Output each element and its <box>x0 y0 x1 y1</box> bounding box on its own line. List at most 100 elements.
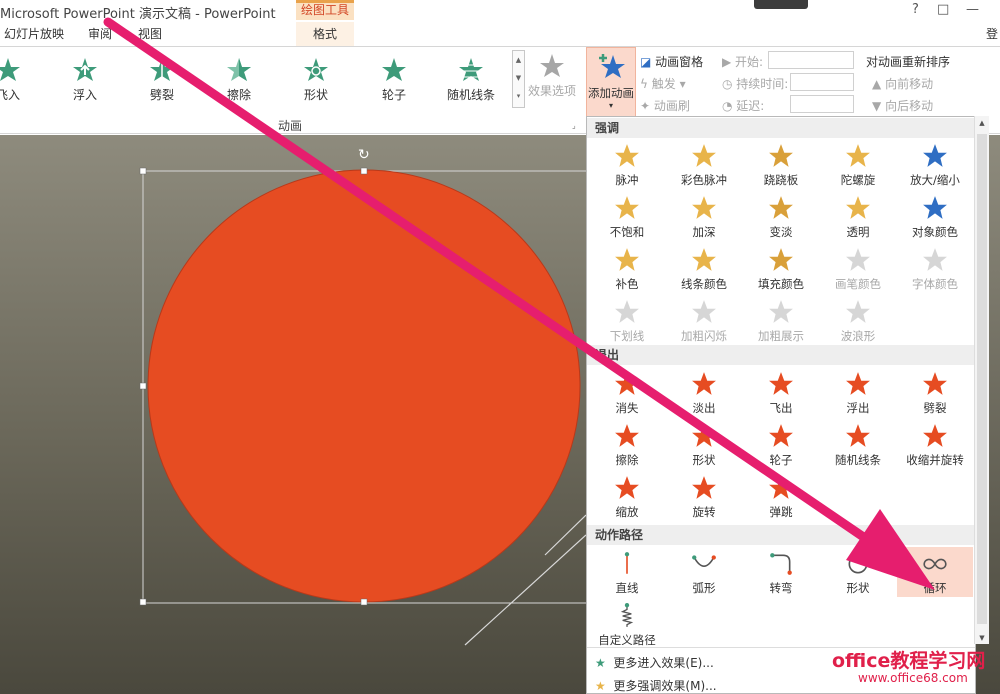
emphasis-effect-item[interactable]: 线条颜色 <box>666 243 742 293</box>
exit-effect-item[interactable]: 形状 <box>666 419 742 469</box>
gallery-split[interactable]: 劈裂 <box>134 57 190 103</box>
trigger-button[interactable]: ϟ 触发 ▾ <box>640 75 686 92</box>
emphasis-effect-icon <box>897 143 973 169</box>
exit-effect-icon <box>666 371 742 397</box>
scroll-up-icon[interactable]: ▲ <box>975 119 989 127</box>
duration-input[interactable] <box>790 73 854 91</box>
exit-effect-item[interactable]: 旋转 <box>666 471 742 521</box>
emphasis-effect-item[interactable]: 对象颜色 <box>897 191 973 241</box>
tab-signin[interactable]: 登 <box>986 25 998 42</box>
orange-circle-shape[interactable] <box>147 169 581 603</box>
gallery-float-in[interactable]: 浮入 <box>57 57 113 103</box>
exit-effect-item[interactable]: 淡出 <box>666 367 742 417</box>
exit-effect-item[interactable]: 缩放 <box>589 471 665 521</box>
exit-effect-item[interactable]: 飞出 <box>743 367 819 417</box>
paths-effect-item[interactable]: 转弯 <box>743 547 819 597</box>
more-emphasis-effects[interactable]: ★ 更多强调效果(M)... <box>595 677 717 694</box>
gallery-wipe[interactable]: 擦除 <box>211 57 267 103</box>
emphasis-effect-item: 加粗展示 <box>743 295 819 345</box>
help-button[interactable]: ? <box>912 2 919 17</box>
gallery-more-icon[interactable]: ▾ <box>513 87 524 105</box>
paths-effect-icon <box>589 551 665 577</box>
paths-effect-item[interactable]: 直线 <box>589 547 665 597</box>
watermark-site: office教程学习网 <box>832 650 986 672</box>
tab-review[interactable]: 审阅 <box>88 25 112 42</box>
emphasis-effect-icon <box>897 247 973 273</box>
rotate-handle-icon[interactable]: ↻ <box>358 147 370 163</box>
exit-effect-item[interactable]: 劈裂 <box>897 367 973 417</box>
scroll-down-icon[interactable]: ▼ <box>513 69 524 87</box>
more-entrance-effects[interactable]: ★ 更多进入效果(E)... <box>595 654 714 671</box>
exit-effect-item[interactable]: 擦除 <box>589 419 665 469</box>
gallery-fly-in[interactable]: 飞入 <box>0 57 36 103</box>
resize-handle[interactable] <box>139 167 147 175</box>
gallery-scrollbar[interactable]: ▲ ▼ ▾ <box>512 50 525 108</box>
add-animation-button[interactable]: 添加动画 ▾ <box>586 47 636 117</box>
window-title: Microsoft PowerPoint 演示文稿 - PowerPoint <box>0 7 276 22</box>
gallery-random-bars[interactable]: 随机线条 <box>443 57 499 103</box>
scroll-down-icon[interactable]: ▼ <box>975 634 989 642</box>
exit-effect-item[interactable]: 轮子 <box>743 419 819 469</box>
emphasis-effect-item[interactable]: 彩色脉冲 <box>666 139 742 189</box>
context-tab-title: 绘图工具 <box>296 0 354 20</box>
animation-painter-button[interactable]: ✦ 动画刷 <box>640 97 690 114</box>
dialog-launcher-icon[interactable]: ⌟ <box>572 121 576 130</box>
animation-pane-button[interactable]: ◪ 动画窗格 <box>640 53 703 70</box>
gallery-shape[interactable]: 形状 <box>288 57 344 103</box>
emphasis-effect-item[interactable]: 加深 <box>666 191 742 241</box>
tab-slideshow[interactable]: 幻灯片放映 <box>4 25 64 42</box>
scroll-thumb[interactable] <box>977 134 987 624</box>
entrance-star-icon: ★ <box>595 656 606 670</box>
start-select[interactable] <box>768 51 854 69</box>
emphasis-effect-icon <box>589 195 665 221</box>
gallery-wheel[interactable]: 轮子 <box>366 57 422 103</box>
emphasis-effect-item[interactable]: 放大/缩小 <box>897 139 973 189</box>
effect-options-star-icon <box>540 54 564 77</box>
tab-view[interactable]: 视图 <box>138 25 162 42</box>
paths-effect-item[interactable]: 弧形 <box>666 547 742 597</box>
move-later-button[interactable]: ▼ 向后移动 <box>872 97 933 114</box>
emphasis-effect-icon <box>743 247 819 273</box>
emphasis-effect-item: 加粗闪烁 <box>666 295 742 345</box>
emphasis-effect-item[interactable]: 补色 <box>589 243 665 293</box>
exit-effect-icon <box>820 423 896 449</box>
minimize-button[interactable]: — <box>966 2 979 17</box>
emphasis-effect-item[interactable]: 陀螺旋 <box>820 139 896 189</box>
emphasis-effect-item[interactable]: 透明 <box>820 191 896 241</box>
paths-effect-item[interactable]: 自定义路径 <box>589 599 665 649</box>
emphasis-effect-item[interactable]: 脉冲 <box>589 139 665 189</box>
resize-handle[interactable] <box>360 167 368 175</box>
exit-effect-item[interactable]: 弹跳 <box>743 471 819 521</box>
dropdown-scrollbar[interactable]: ▲ ▼ <box>974 116 989 644</box>
resize-handle[interactable] <box>360 598 368 606</box>
exit-effect-item[interactable]: 随机线条 <box>820 419 896 469</box>
paths-effect-item[interactable]: 形状 <box>820 547 896 597</box>
resize-handle[interactable] <box>139 598 147 606</box>
scroll-up-icon[interactable]: ▲ <box>513 51 524 69</box>
move-earlier-button[interactable]: ▲ 向前移动 <box>872 75 933 92</box>
tab-format[interactable]: 格式 <box>296 22 354 46</box>
emphasis-effect-label: 画笔颜色 <box>835 277 881 291</box>
paths-effect-label: 形状 <box>846 581 870 595</box>
exit-effect-item[interactable]: 收缩并旋转 <box>897 419 973 469</box>
delay-input[interactable] <box>790 95 854 113</box>
resize-handle[interactable] <box>139 382 147 390</box>
random-bars-star-icon <box>459 58 483 81</box>
emphasis-effect-icon <box>743 195 819 221</box>
exit-effect-item[interactable]: 浮出 <box>820 367 896 417</box>
emphasis-effect-item[interactable]: 不饱和 <box>589 191 665 241</box>
exit-effect-item[interactable]: 消失 <box>589 367 665 417</box>
exit-effect-icon <box>666 423 742 449</box>
emphasis-effect-item[interactable]: 填充颜色 <box>743 243 819 293</box>
emphasis-effect-item: 波浪形 <box>820 295 896 345</box>
ribbon-display-button[interactable]: □ <box>937 2 949 17</box>
slide-canvas[interactable]: ↻ <box>0 135 586 694</box>
emphasis-effect-item[interactable]: 跷跷板 <box>743 139 819 189</box>
effect-options-button[interactable]: 效果选项 <box>526 53 578 99</box>
emphasis-effect-item[interactable]: 变淡 <box>743 191 819 241</box>
motion-path-header: 动作路径 <box>587 525 975 545</box>
paths-effect-item[interactable]: 循环 <box>897 547 973 597</box>
decorative-line <box>544 514 586 556</box>
paths-effect-label: 循环 <box>923 581 947 595</box>
touch-keyboard-icon[interactable] <box>754 0 808 9</box>
